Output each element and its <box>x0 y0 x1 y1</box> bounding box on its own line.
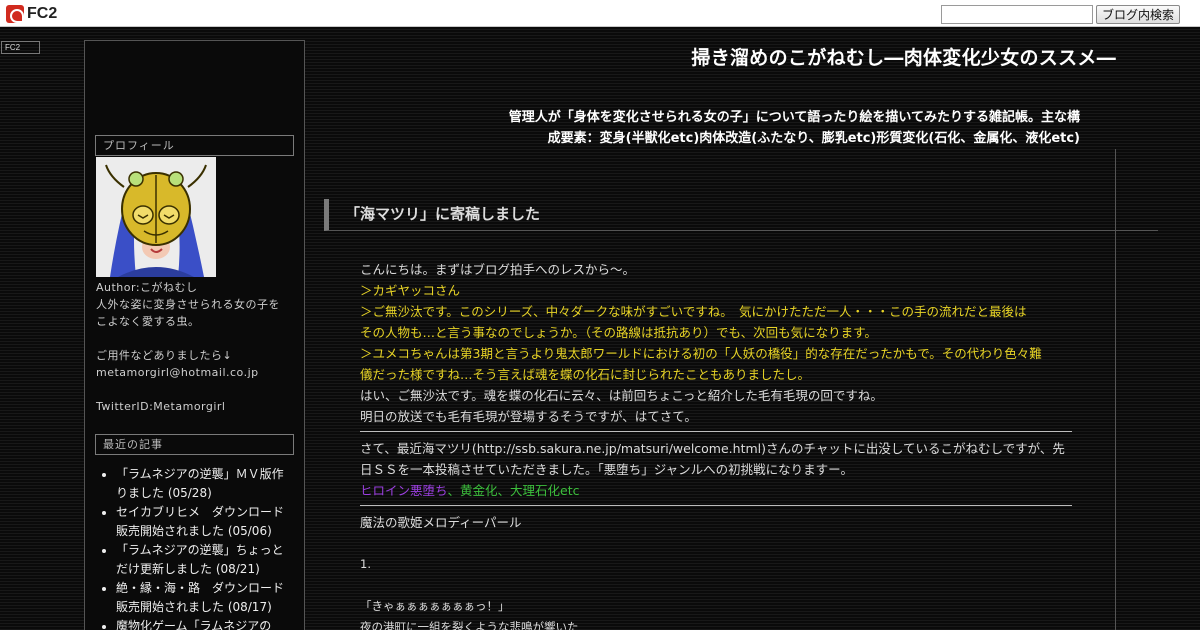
divider <box>360 431 1072 432</box>
divider <box>360 505 1072 506</box>
avatar <box>96 157 216 277</box>
comment-reply-name: ＞カギヤッコさん <box>360 283 461 298</box>
profile-email: metamorgirl@hotmail.co.jp <box>96 366 259 379</box>
profile-intro-2: こよなく愛する虫。 <box>96 315 200 328</box>
fc2-mini-badge[interactable]: FC2 <box>1 41 40 54</box>
profile-heading: プロフィール <box>95 135 294 156</box>
fc2-fox-icon <box>6 4 24 23</box>
comment-quote: その人物も…と言う事なのでしょうか。（その路線は抵抗あり）でも、次回も気になりま… <box>360 325 877 340</box>
post-paragraph: 日ＳＳを一本投稿させていただきました。「悪堕ち」ジャンルへの初挑戦になりますー。 <box>360 462 854 477</box>
comment-quote: 儀だった様ですね…そう言えば魂を蝶の化石に封じられたこともありましたし。 <box>360 367 811 382</box>
beetle-mask-avatar-icon <box>96 157 216 277</box>
story-chapter-number: 1. <box>360 557 371 571</box>
post-body: こんにちは。まずはブログ拍手へのレスから～。 ＞カギヤッコさん ＞ご無沙汰です。… <box>360 259 1072 630</box>
blog-title[interactable]: 掃き溜めのこがねむし―肉体変化少女のススメ― <box>691 43 1116 70</box>
recent-posts-heading: 最近の記事 <box>95 434 294 455</box>
blog-search-button[interactable]: ブログ内検索 <box>1096 5 1180 24</box>
story-title: 魔法の歌姫メロディーパール <box>360 515 522 530</box>
blog-description: 管理人が「身体を変化させられる女の子」について語ったり絵を描いてみたりする雑記帳… <box>480 107 1080 149</box>
recent-post-link[interactable]: 魔物化ゲーム「ラムネジアの <box>116 617 295 630</box>
fc2-mini-badge-text: FC2 <box>5 43 21 52</box>
story-quote: 「きゃぁぁぁぁぁぁぁっ！」 <box>360 599 510 613</box>
post-tags: ヒロイン悪堕ち、黄金化、大理石化etc <box>360 480 1072 501</box>
blog-description-line-2: 成要素：変身(半獣化etc)肉体改造(ふたなり、膨乳etc)形質変化(石化、金属… <box>547 131 1080 146</box>
post-paragraph: はい、ご無沙汰です。魂を蝶の化石に云々、は前回ちょこっと紹介した毛有毛現の回です… <box>360 388 883 403</box>
profile-contact: ご用件などありましたら↓ <box>96 349 233 362</box>
recent-post-link[interactable]: 「ラムネジアの逆襲」ＭＶ版作りました (05/28) <box>116 465 295 503</box>
fc2-header-bar: FC2 ブログ内検索 <box>0 0 1200 27</box>
comment-quote: ＞ユメコちゃんは第3期と言うより鬼太郎ワールドにおける初の「人妖の橋役」的な存在… <box>360 346 1042 361</box>
profile-intro-1: 人外な姿に変身させられる女の子を <box>96 298 280 311</box>
recent-post-link[interactable]: 「ラムネジアの逆襲」ちょっとだけ更新しました (08/21) <box>116 541 295 579</box>
fc2-logo-text: FC2 <box>27 4 58 22</box>
sidebar: プロフィール Author:こがねむし 人外な姿に変身させられる女の子を こよな… <box>84 40 305 630</box>
post-title-bar: 「海マツリ」に寄稿しました <box>324 199 1158 231</box>
post-title[interactable]: 「海マツリ」に寄稿しました <box>345 203 540 224</box>
post-paragraph: さて、最近海マツリ(http://ssb.sakura.ne.jp/matsur… <box>360 441 1065 456</box>
tag-transformation: 黄金化、大理石化etc <box>460 483 580 498</box>
profile-author: Author:こがねむし <box>96 281 198 294</box>
recent-posts-list: 「ラムネジアの逆襲」ＭＶ版作りました (05/28) セイカブリヒメ ダウンロー… <box>100 465 295 630</box>
comment-quote: ＞ご無沙汰です。このシリーズ、中々ダークな味がすごいですね。 気にかけたただ一人… <box>360 304 1027 319</box>
story-line: 夜の港町に一組を裂くような悲鳴が響いた <box>360 620 579 630</box>
blog-description-line-1: 管理人が「身体を変化させられる女の子」について語ったり絵を描いてみたりする雑記帳… <box>508 110 1080 125</box>
blog-search-input[interactable] <box>941 5 1093 24</box>
tag-separator: 、 <box>447 483 461 498</box>
tag-heroine-corruption: ヒロイン悪堕ち <box>360 483 448 498</box>
recent-post-link[interactable]: セイカブリヒメ ダウンロード販売開始されました (05/06) <box>116 503 295 541</box>
recent-post-link[interactable]: 絶・縁・海・路 ダウンロード販売開始されました (08/17) <box>116 579 295 617</box>
fc2-logo[interactable]: FC2 <box>6 4 57 23</box>
profile-twitter: TwitterID:Metamorgirl <box>96 400 226 413</box>
profile-text: Author:こがねむし 人外な姿に変身させられる女の子を こよなく愛する虫。 … <box>96 279 301 415</box>
post-paragraph: 明日の放送でも毛有毛現が登場するそうですが、はてさて。 <box>360 409 697 424</box>
post-paragraph: こんにちは。まずはブログ拍手へのレスから～。 <box>360 262 636 277</box>
